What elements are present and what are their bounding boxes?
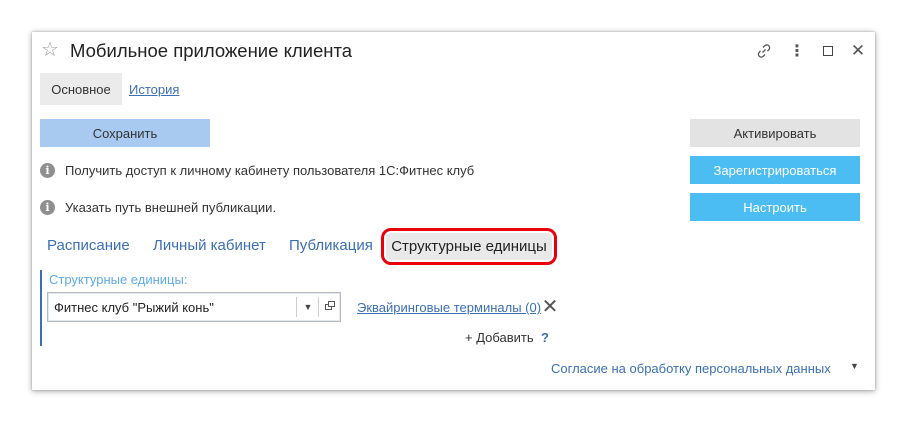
highlight-frame: Структурные единицы	[381, 228, 557, 265]
save-button[interactable]: Сохранить	[40, 119, 210, 147]
access-info-text: Получить доступ к личному кабинету польз…	[65, 163, 475, 178]
units-group-label: Структурные единицы:	[49, 272, 188, 287]
tab-history[interactable]: История	[129, 73, 179, 105]
info-icon: i	[40, 200, 55, 215]
subtab-structural-units[interactable]: Структурные единицы	[386, 233, 552, 260]
add-button[interactable]: + Добавить	[465, 330, 534, 345]
setup-button[interactable]: Настроить	[690, 193, 860, 221]
group-accent-bar	[40, 270, 42, 346]
help-question-icon[interactable]: ?	[541, 330, 549, 345]
close-icon[interactable]: ✕	[848, 41, 868, 61]
info-icon: i	[40, 163, 55, 178]
subtab-schedule[interactable]: Расписание	[47, 237, 130, 254]
register-button[interactable]: Зарегистрироваться	[690, 156, 860, 184]
subtab-personal-account[interactable]: Личный кабинет	[153, 237, 266, 254]
subtab-publication[interactable]: Публикация	[289, 237, 373, 254]
divider	[318, 297, 319, 317]
consent-link[interactable]: Согласие на обработку персональных данны…	[551, 361, 831, 376]
divider	[296, 297, 297, 317]
activate-button[interactable]: Активировать	[690, 119, 860, 147]
publication-info-text: Указать путь внешней публикации.	[65, 200, 277, 215]
more-actions-icon[interactable]: ⋮	[787, 41, 807, 61]
window-title: Мобильное приложение клиента	[70, 40, 353, 61]
form-window: ☆ Мобильное приложение клиента ⋮ ✕ Основ…	[32, 32, 875, 390]
unit-select-value: Фитнес клуб "Рыжий конь"	[54, 300, 214, 315]
chevron-down-icon[interactable]: ▼	[301, 299, 315, 315]
acquiring-terminals-link[interactable]: Эквайринговые терминалы (0)	[357, 300, 541, 315]
maximize-icon[interactable]	[818, 41, 838, 61]
open-window-icon[interactable]	[322, 299, 338, 315]
tab-main[interactable]: Основное	[40, 73, 122, 105]
favorite-star-icon[interactable]: ☆	[41, 39, 63, 61]
unit-select[interactable]: Фитнес клуб "Рыжий конь" ▼	[47, 292, 341, 322]
link-icon[interactable]	[754, 41, 774, 61]
remove-x-icon[interactable]: ✕	[539, 295, 561, 318]
scroll-down-icon[interactable]: ▼	[850, 361, 859, 371]
